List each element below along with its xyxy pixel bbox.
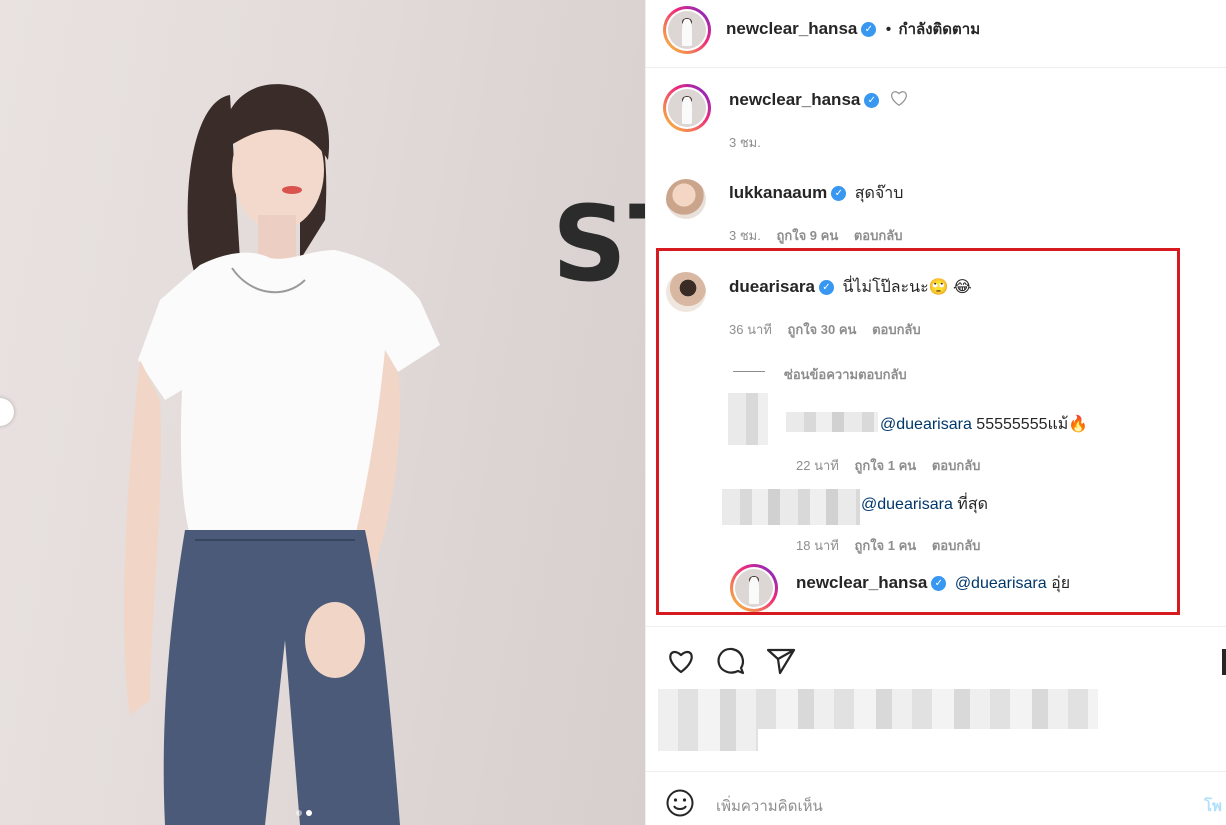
caption-line: newclear_hansa ✓ [729,90,908,111]
comment-time: 3 ชม. [729,228,761,243]
comment-meta: 3 ชม. ถูกใจ 9 คน ตอบกลับ [729,225,902,246]
highlight-box [656,248,1180,615]
author-line: newclear_hansa ✓ • กำลังติดตาม [726,17,980,41]
comment-username[interactable]: lukkanaaum [729,183,827,202]
add-comment-bar: เพิ่มความคิดเห็น โพ [646,771,1226,825]
caption-heart-icon[interactable] [890,90,908,111]
author-username[interactable]: newclear_hansa [726,19,857,38]
blurred-likes-summary [658,689,1098,729]
emoji-icon[interactable] [665,788,695,818]
follow-separator: • [885,21,892,38]
caption-avatar[interactable] [663,84,711,132]
instagram-post-view: ST [0,0,1226,825]
comment-input[interactable]: เพิ่มความคิดเห็น [716,794,823,818]
commenter-avatar[interactable] [666,179,706,219]
action-bar [646,626,1226,766]
woman-illustration [124,84,440,825]
verified-badge-icon: ✓ [861,22,877,38]
carousel-dots [296,810,312,816]
verified-badge-icon: ✓ [831,186,847,202]
blurred-timestamp [658,729,758,751]
share-icon[interactable] [765,645,797,677]
verified-badge-icon: ✓ [864,93,880,109]
comment-icon[interactable] [715,645,747,677]
carousel-dot-active [306,810,312,816]
comment-line: lukkanaaum ✓ สุดจ๊าบ [729,181,903,206]
heart-icon[interactable] [665,645,697,677]
reply-button[interactable]: ตอบกลับ [854,228,903,243]
post-side-panel: newclear_hansa ✓ • กำลังติดตาม newclear_h… [645,0,1226,825]
comment-likes[interactable]: ถูกใจ 9 คน [776,228,838,243]
author-avatar[interactable] [663,6,711,54]
comment-text: สุดจ๊าบ [854,185,904,202]
caption-username[interactable]: newclear_hansa [729,90,860,109]
caption-time: 3 ชม. [729,135,761,150]
carousel-dot [296,810,302,816]
following-status-button[interactable]: กำลังติดตาม [899,21,981,38]
post-comment-button[interactable]: โพ [1204,794,1222,818]
post-header: newclear_hansa ✓ • กำลังติดตาม [646,0,1226,68]
save-icon[interactable] [1222,649,1226,675]
post-photo[interactable]: ST [0,0,645,825]
